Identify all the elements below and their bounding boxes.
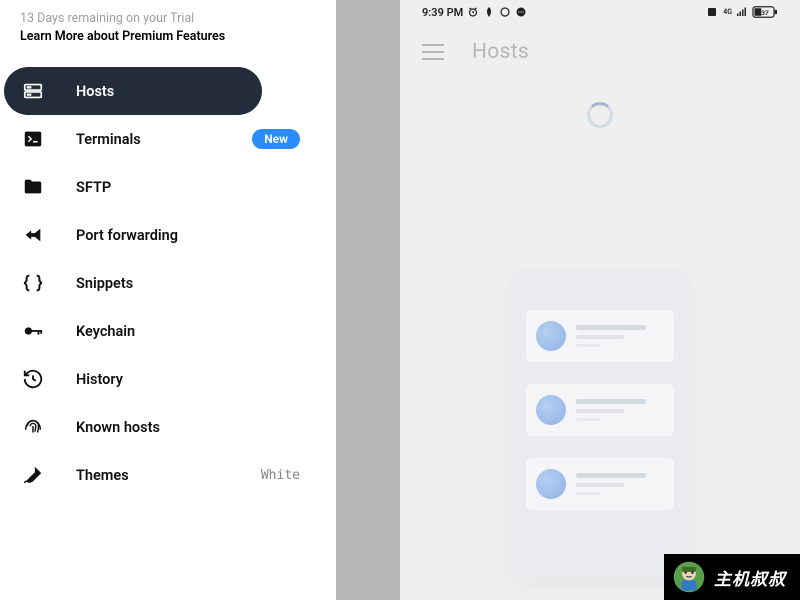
status-bar: 9:39 PM 4G 37 <box>400 0 800 24</box>
status-time: 9:39 PM <box>422 6 463 19</box>
sidebar-item-label: Hosts <box>76 83 244 100</box>
circle-icon <box>499 6 511 18</box>
empty-state-illustration <box>510 270 690 580</box>
sidebar-item-snippets[interactable]: Snippets <box>4 259 262 307</box>
sidebar-item-hosts[interactable]: Hosts <box>4 67 262 115</box>
sidebar-item-label: History <box>76 371 244 388</box>
leaf-icon <box>483 6 495 18</box>
hosts-screen: 9:39 PM 4G 37 <box>400 0 800 600</box>
sidebar-item-label: Keychain <box>76 323 244 340</box>
sidebar-item-label: SFTP <box>76 179 244 196</box>
battery-icon: 37 <box>752 6 778 18</box>
key-icon <box>22 320 44 342</box>
braces-icon <box>22 272 44 294</box>
trial-days-remaining: 13 Days remaining on your Trial <box>20 10 336 28</box>
sidebar-item-label: Terminals <box>76 131 252 148</box>
sidebar-item-terminals[interactable]: Terminals New <box>4 115 318 163</box>
sidebar-item-sftp[interactable]: SFTP <box>4 163 262 211</box>
sidebar-item-label: Port forwarding <box>76 227 244 244</box>
fingerprint-icon <box>22 416 44 438</box>
menu-icon[interactable] <box>422 44 444 60</box>
page-title: Hosts <box>472 40 529 64</box>
sidebar-nav: Hosts Terminals New SFTP Port forwarding <box>0 63 336 499</box>
sidebar-panel: 13 Days remaining on your Trial Learn Mo… <box>0 0 336 600</box>
network-label: 4G <box>723 9 732 16</box>
svg-text:37: 37 <box>761 9 769 17</box>
history-icon <box>22 368 44 390</box>
sidebar-item-label: Snippets <box>76 275 244 292</box>
spinner-icon <box>587 102 613 128</box>
folder-icon <box>22 176 44 198</box>
watermark-badge: 主机叔叔 <box>664 554 800 600</box>
chat-icon <box>515 6 527 18</box>
trial-banner[interactable]: 13 Days remaining on your Trial Learn Mo… <box>0 0 336 63</box>
app-bar: Hosts <box>400 24 800 80</box>
sidebar-item-label: Themes <box>76 467 261 484</box>
brush-icon <box>22 464 44 486</box>
sidebar-item-label: Known hosts <box>76 419 244 436</box>
panel-divider <box>336 0 400 600</box>
signal-icon <box>736 6 748 18</box>
new-badge: New <box>252 129 300 149</box>
sidebar-item-port-forwarding[interactable]: Port forwarding <box>4 211 262 259</box>
loading-area <box>400 80 800 150</box>
sim-icon <box>707 6 719 18</box>
sidebar-item-history[interactable]: History <box>4 355 262 403</box>
forward-icon <box>22 224 44 246</box>
watermark-text: 主机叔叔 <box>714 565 786 590</box>
alarm-icon <box>467 6 479 18</box>
trial-learn-more: Learn More about Premium Features <box>20 28 336 46</box>
themes-current-value: White <box>261 468 300 483</box>
sidebar-item-themes[interactable]: Themes White <box>4 451 318 499</box>
sidebar-item-known-hosts[interactable]: Known hosts <box>4 403 262 451</box>
hosts-icon <box>22 80 44 102</box>
mascot-icon <box>672 560 706 594</box>
terminal-icon <box>22 128 44 150</box>
sidebar-item-keychain[interactable]: Keychain <box>4 307 262 355</box>
